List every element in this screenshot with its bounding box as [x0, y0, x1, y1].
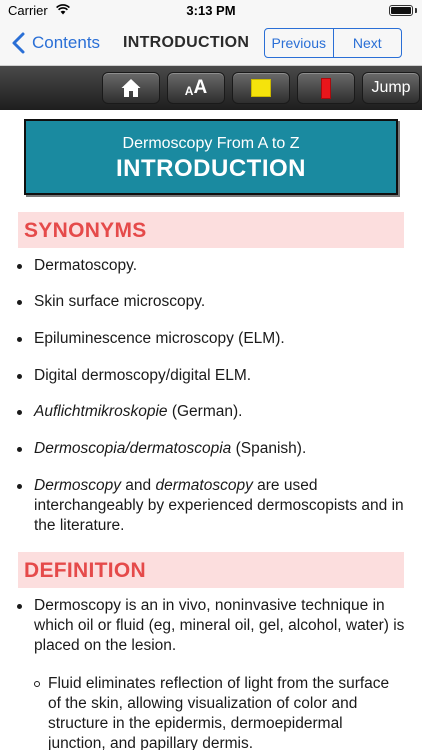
- list-item-text: (Spanish).: [231, 440, 307, 457]
- banner-title: INTRODUCTION: [116, 155, 306, 182]
- definition-heading: DEFINITION: [18, 552, 404, 588]
- list-item: Dermoscopia/dermatoscopia (Spanish).: [17, 439, 406, 459]
- battery-icon: [389, 5, 413, 16]
- list-item: Dermoscopy is an in vivo, noninvasive te…: [17, 597, 405, 654]
- synonyms-heading: SYNONYMS: [18, 212, 404, 248]
- list-item-italic: Auflichtmikroskopie: [34, 403, 168, 420]
- font-big-glyph: A: [193, 77, 208, 98]
- list-item: Auflichtmikroskopie (German).: [17, 402, 406, 422]
- home-icon: [121, 79, 141, 97]
- note-button[interactable]: [232, 72, 290, 104]
- status-time: 3:13 PM: [186, 3, 236, 18]
- chapter-banner: Dermoscopy From A to Z INTRODUCTION: [24, 119, 398, 195]
- bookmark-icon: [321, 77, 331, 99]
- chevron-left-icon: [12, 32, 25, 54]
- list-item: Epiluminescence microscopy (ELM).: [17, 329, 406, 349]
- sticky-note-icon: [251, 79, 271, 97]
- previous-button[interactable]: Previous: [265, 29, 333, 57]
- list-item-text: (German).: [167, 403, 243, 420]
- navigation-bar: Contents INTRODUCTION Previous Next: [0, 22, 422, 66]
- list-item: Digital dermoscopy/digital ELM.: [17, 366, 406, 386]
- list-item-italic: Dermoscopy: [34, 477, 121, 494]
- list-item-italic: dermatoscopy: [155, 477, 253, 494]
- home-button[interactable]: [102, 72, 160, 104]
- list-item: Dermatoscopy.: [17, 256, 406, 276]
- next-button[interactable]: Next: [332, 29, 402, 57]
- list-item-text: and: [121, 477, 156, 494]
- page-title: INTRODUCTION: [123, 34, 250, 51]
- back-button-label: Contents: [32, 33, 101, 52]
- font-size-button[interactable]: A A: [167, 72, 225, 104]
- sub-list-item: Fluid eliminates reflection of light fro…: [34, 674, 402, 750]
- prev-next-segmented-control: Previous Next: [264, 28, 402, 58]
- toolbar: A A Jump: [0, 66, 422, 110]
- list-item: Skin surface microscopy.: [17, 292, 406, 312]
- banner-subtitle: Dermoscopy From A to Z: [122, 135, 300, 152]
- list-item: Dermoscopy and dermatoscopy are used int…: [17, 476, 406, 536]
- status-bar: Carrier 3:13 PM: [0, 0, 422, 22]
- bookmark-button[interactable]: [297, 72, 355, 104]
- back-button[interactable]: Contents: [10, 31, 100, 55]
- battery-cap: [415, 8, 417, 13]
- font-small-glyph: A: [184, 83, 194, 98]
- list-item-italic: Dermoscopia/dermatoscopia: [34, 440, 232, 457]
- jump-button[interactable]: Jump: [362, 72, 420, 104]
